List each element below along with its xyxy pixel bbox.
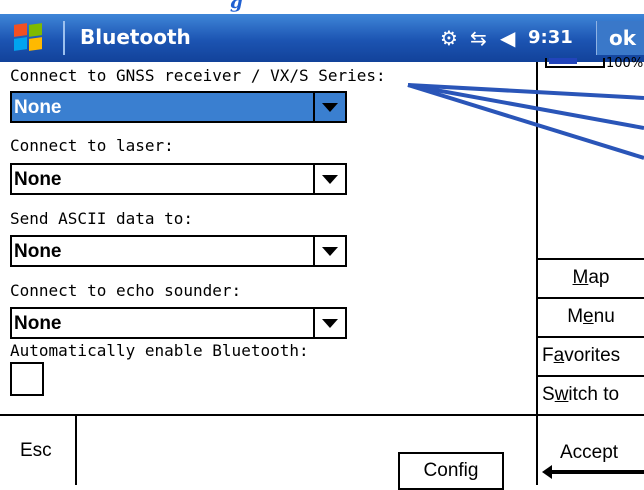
- map-button-text-b: ap: [588, 267, 610, 288]
- favorites-button-text-b: vorites: [564, 345, 621, 366]
- title-bar: Bluetooth ⚙ ⇆ ◀ 9:31 ok: [0, 14, 644, 62]
- menu-button-accel: e: [583, 306, 594, 327]
- laser-label: Connect to laser:: [10, 136, 174, 155]
- ascii-label: Send ASCII data to:: [10, 209, 194, 228]
- window-title: Bluetooth: [80, 25, 191, 49]
- menu-button[interactable]: Menu: [536, 297, 644, 336]
- top-strip: g: [0, 0, 644, 14]
- switch-to-button-accel: w: [554, 384, 569, 405]
- echo-sounder-dropdown-value: None: [14, 313, 62, 334]
- chevron-down-icon[interactable]: [313, 309, 345, 337]
- chevron-down-icon[interactable]: [313, 165, 345, 193]
- favorites-button[interactable]: Favorites: [536, 336, 644, 375]
- favorites-button-text-a: F: [542, 345, 554, 366]
- auto-enable-bluetooth-checkbox[interactable]: [10, 362, 44, 396]
- chevron-down-icon[interactable]: [313, 237, 345, 265]
- menu-button-text-b: nu: [593, 306, 615, 327]
- echo-sounder-label: Connect to echo sounder:: [10, 281, 242, 300]
- battery-icon: [545, 58, 605, 68]
- map-button[interactable]: Map: [536, 258, 644, 297]
- accept-arrow-icon: [542, 465, 644, 479]
- switch-to-button-text-a: S: [542, 384, 555, 405]
- menu-button-text-a: M: [567, 306, 584, 327]
- ascii-dropdown[interactable]: None: [10, 235, 347, 267]
- map-button-accel: M: [572, 267, 589, 288]
- chevron-down-icon[interactable]: [313, 93, 345, 121]
- echo-sounder-dropdown[interactable]: None: [10, 307, 347, 339]
- gnss-label: Connect to GNSS receiver / VX/S Series:: [10, 66, 386, 85]
- ok-button[interactable]: ok: [596, 21, 644, 55]
- switch-to-button[interactable]: Switch to: [536, 375, 644, 414]
- clock-text[interactable]: 9:31: [528, 27, 573, 48]
- gnss-receiver-dropdown[interactable]: None: [10, 91, 347, 123]
- config-button[interactable]: Config: [398, 452, 504, 490]
- network-sync-icon[interactable]: ⚙: [440, 27, 458, 49]
- top-strip-text: g: [230, 0, 243, 13]
- windows-start-icon[interactable]: [14, 23, 44, 52]
- auto-enable-label: Automatically enable Bluetooth:: [10, 341, 309, 360]
- switch-to-button-text-b: itch to: [568, 384, 620, 405]
- accept-button[interactable]: Accept: [536, 414, 644, 485]
- ascii-dropdown-value: None: [14, 241, 62, 262]
- esc-button[interactable]: Esc: [0, 414, 77, 485]
- speaker-volume-icon[interactable]: ◀: [500, 27, 515, 49]
- battery-percent: 100%: [606, 56, 644, 71]
- laser-dropdown[interactable]: None: [10, 163, 347, 195]
- gnss-dropdown-value: None: [14, 97, 62, 118]
- title-separator: [63, 21, 65, 55]
- laser-dropdown-value: None: [14, 169, 62, 190]
- favorites-button-accel: a: [553, 345, 565, 366]
- connectivity-arrows-icon[interactable]: ⇆: [470, 27, 487, 49]
